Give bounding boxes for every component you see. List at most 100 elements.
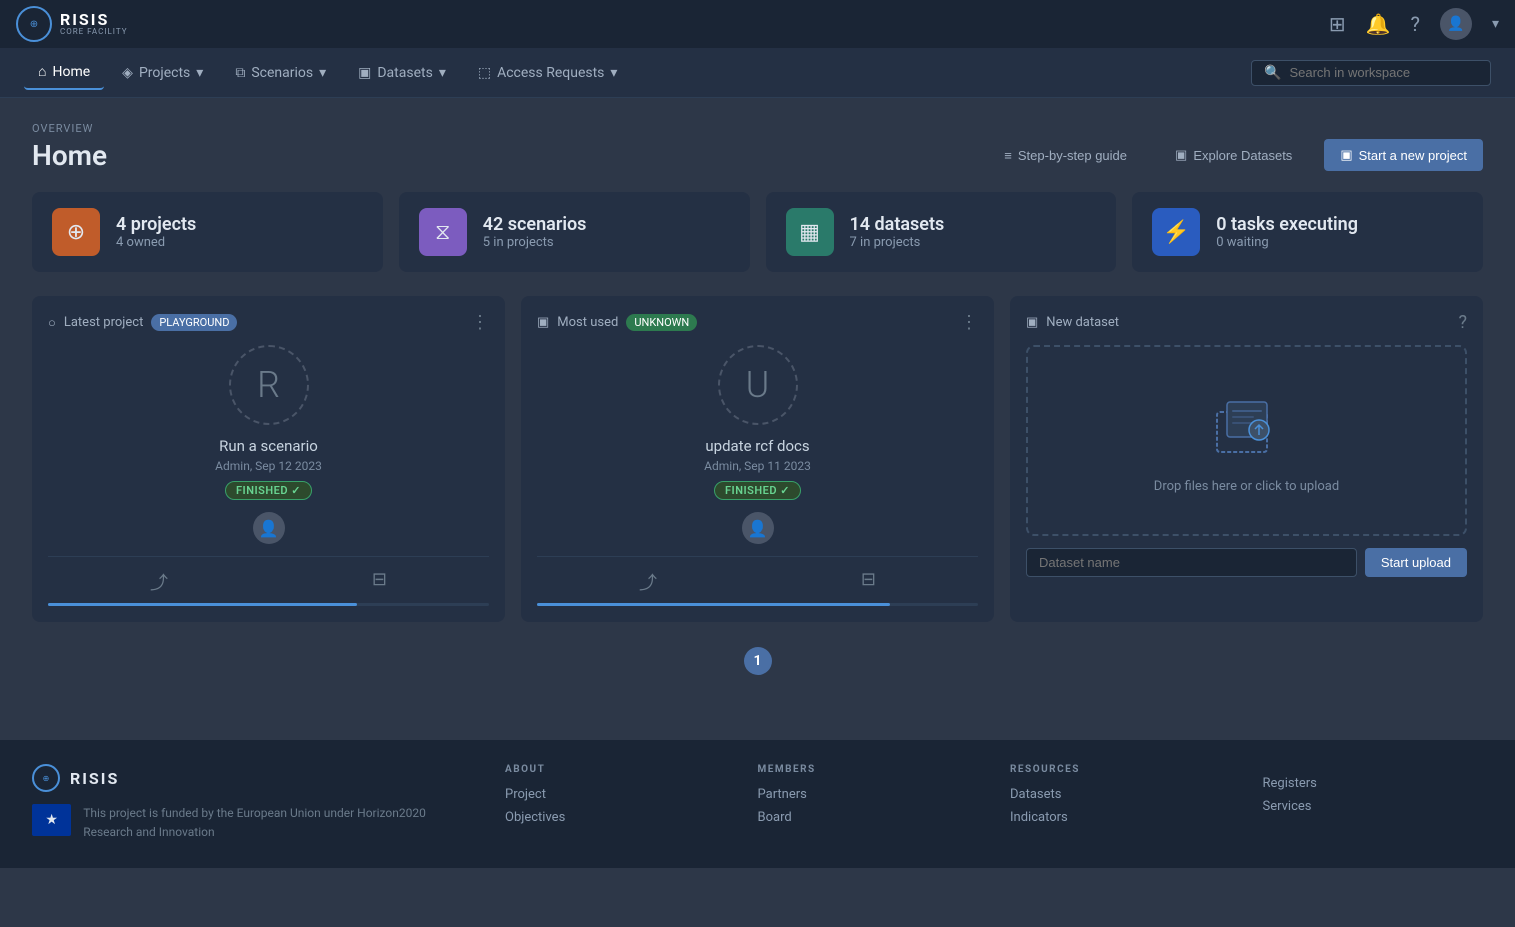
datasets-arrow-icon: ▾ [439, 65, 446, 81]
search-box[interactable]: 🔍 [1251, 60, 1491, 86]
scenarios-stat-icon: ⧖ [419, 208, 467, 256]
footer-brand-col: ⊕ RISIS ★ This project is funded by the … [32, 764, 473, 844]
status-badge-1: FINISHED ✓ [714, 481, 801, 500]
avatar[interactable]: 👤 [1440, 8, 1472, 40]
project-letter-u: U [718, 345, 798, 425]
most-used-menu-icon[interactable]: ⋮ [960, 312, 978, 333]
projects-stat-main: 4 projects [116, 214, 196, 235]
latest-project-badge: PLAYGROUND [151, 314, 237, 331]
brand-sub: CORE FACILITY [60, 28, 128, 36]
project-name-0: Run a scenario [48, 437, 489, 455]
footer-about-title: ABOUT [505, 764, 726, 775]
project-date-0: Admin, Sep 12 2023 [48, 459, 489, 473]
new-dataset-widget: ▣ New dataset ? [1010, 296, 1483, 622]
projects-icon: ◈ [122, 65, 133, 81]
latest-project-label: Latest project [64, 315, 143, 330]
footer-indicators-link[interactable]: Indicators [1010, 810, 1231, 825]
step-guide-button[interactable]: ≡ Step-by-step guide [988, 140, 1143, 171]
status-badge-0: FINISHED ✓ [225, 481, 312, 500]
footer-logo-icon: ⊕ [32, 764, 60, 792]
dataset-name-input[interactable] [1026, 548, 1357, 577]
project-date-1: Admin, Sep 11 2023 [537, 459, 978, 473]
latest-project-menu-icon[interactable]: ⋮ [471, 312, 489, 333]
project-progress-1 [537, 603, 978, 606]
nav-home[interactable]: ⌂ Home [24, 55, 104, 90]
eu-flag-icon: ★ [32, 804, 71, 836]
most-used-label: Most used [557, 315, 618, 330]
projects-stat-sub: 4 owned [116, 235, 196, 250]
share-icon[interactable]: ⤴ [150, 569, 168, 595]
footer-services-link[interactable]: Services [1263, 799, 1484, 814]
footer-logo: ⊕ RISIS [32, 764, 473, 792]
stat-scenarios: ⧖ 42 scenarios 5 in projects [399, 192, 750, 272]
logo-text: RISIS CORE FACILITY [60, 12, 128, 36]
main-content: OVERVIEW Home ≡ Step-by-step guide ▣ Exp… [0, 98, 1515, 700]
footer-brand-name: RISIS [70, 769, 119, 788]
new-dataset-question-icon[interactable]: ? [1458, 312, 1467, 333]
logo-icon: ⊕ [16, 6, 52, 42]
footer-objectives-link[interactable]: Objectives [505, 810, 726, 825]
logo-area: ⊕ RISIS CORE FACILITY [16, 6, 128, 42]
grid-icon[interactable]: ⊞ [1329, 12, 1346, 36]
footer-datasets-link[interactable]: Datasets [1010, 787, 1231, 802]
tasks-stat-main: 0 tasks executing [1216, 214, 1358, 235]
tasks-stat-sub: 0 waiting [1216, 235, 1358, 250]
stats-row: ⊕ 4 projects 4 owned ⧖ 42 scenarios 5 in… [32, 192, 1483, 272]
explore-icon: ▣ [1175, 147, 1187, 163]
widgets-row: ○ Latest project PLAYGROUND ⋮ R Run a sc… [32, 296, 1483, 622]
project-avatar-0: 👤 [253, 512, 285, 544]
nav-datasets[interactable]: ▣ Datasets ▾ [344, 57, 460, 89]
latest-project-icon: ○ [48, 315, 56, 331]
stat-datasets: ▦ 14 datasets 7 in projects [766, 192, 1117, 272]
footer-services-col: Registers Services [1263, 764, 1484, 844]
projects-stat-icon: ⊕ [52, 208, 100, 256]
avatar-dropdown-icon[interactable]: ▾ [1492, 16, 1499, 32]
datasets-stat-sub: 7 in projects [850, 235, 945, 250]
top-nav-icons: ⊞ 🔔 ? 👤 ▾ [1329, 8, 1499, 40]
start-project-button[interactable]: ▣ Start a new project [1324, 139, 1483, 171]
footer-resources-col: RESOURCES Datasets Indicators [1010, 764, 1231, 844]
upload-drop-text: Drop files here or click to upload [1154, 479, 1339, 494]
footer-project-link[interactable]: Project [505, 787, 726, 802]
most-used-widget: ▣ Most used UNKNOWN ⋮ U update rcf docs … [521, 296, 994, 622]
footer-partners-link[interactable]: Partners [758, 787, 979, 802]
start-upload-button[interactable]: Start upload [1365, 548, 1467, 577]
new-dataset-icon: ▣ [1026, 315, 1038, 330]
help-icon[interactable]: ? [1411, 12, 1420, 36]
search-input[interactable] [1289, 65, 1478, 80]
datasets-icon: ▣ [358, 65, 371, 81]
page-number-badge: 1 [744, 647, 772, 675]
stat-tasks: ⚡ 0 tasks executing 0 waiting [1132, 192, 1483, 272]
scenarios-icon: ⧉ [235, 65, 245, 81]
new-dataset-label: New dataset [1046, 315, 1119, 330]
footer-board-link[interactable]: Board [758, 810, 979, 825]
most-used-icon: ▣ [537, 315, 549, 330]
footer: ⊕ RISIS ★ This project is funded by the … [0, 740, 1515, 868]
access-arrow-icon: ▾ [610, 65, 617, 81]
footer-description: This project is funded by the European U… [83, 804, 473, 842]
footer-registers-link[interactable]: Registers [1263, 776, 1484, 791]
bell-icon[interactable]: 🔔 [1366, 12, 1391, 36]
explore-datasets-button[interactable]: ▣ Explore Datasets [1159, 139, 1308, 171]
copy-icon[interactable]: ⊟ [372, 569, 387, 595]
project-name-1: update rcf docs [537, 437, 978, 455]
overview-label: OVERVIEW [32, 122, 1483, 135]
datasets-stat-main: 14 datasets [850, 214, 945, 235]
upload-area[interactable]: Drop files here or click to upload [1026, 345, 1467, 536]
copy-icon-1[interactable]: ⊟ [861, 569, 876, 595]
nav-projects[interactable]: ◈ Projects ▾ [108, 57, 217, 89]
share-icon-1[interactable]: ⤴ [639, 569, 657, 595]
most-used-badge: UNKNOWN [626, 314, 697, 331]
tasks-stat-icon: ⚡ [1152, 208, 1200, 256]
stat-projects: ⊕ 4 projects 4 owned [32, 192, 383, 272]
nav-access-requests[interactable]: ⬚ Access Requests ▾ [464, 57, 632, 89]
action-bar: ≡ Step-by-step guide ▣ Explore Datasets … [988, 139, 1483, 171]
scenarios-stat-sub: 5 in projects [483, 235, 587, 250]
footer-members-col: MEMBERS Partners Board [758, 764, 979, 844]
footer-about-col: ABOUT Project Objectives [505, 764, 726, 844]
start-icon: ▣ [1340, 147, 1352, 163]
brand-name: RISIS [60, 12, 128, 28]
nav-scenarios[interactable]: ⧉ Scenarios ▾ [221, 57, 340, 89]
page-title: Home [32, 139, 107, 172]
search-icon: 🔍 [1264, 65, 1281, 81]
